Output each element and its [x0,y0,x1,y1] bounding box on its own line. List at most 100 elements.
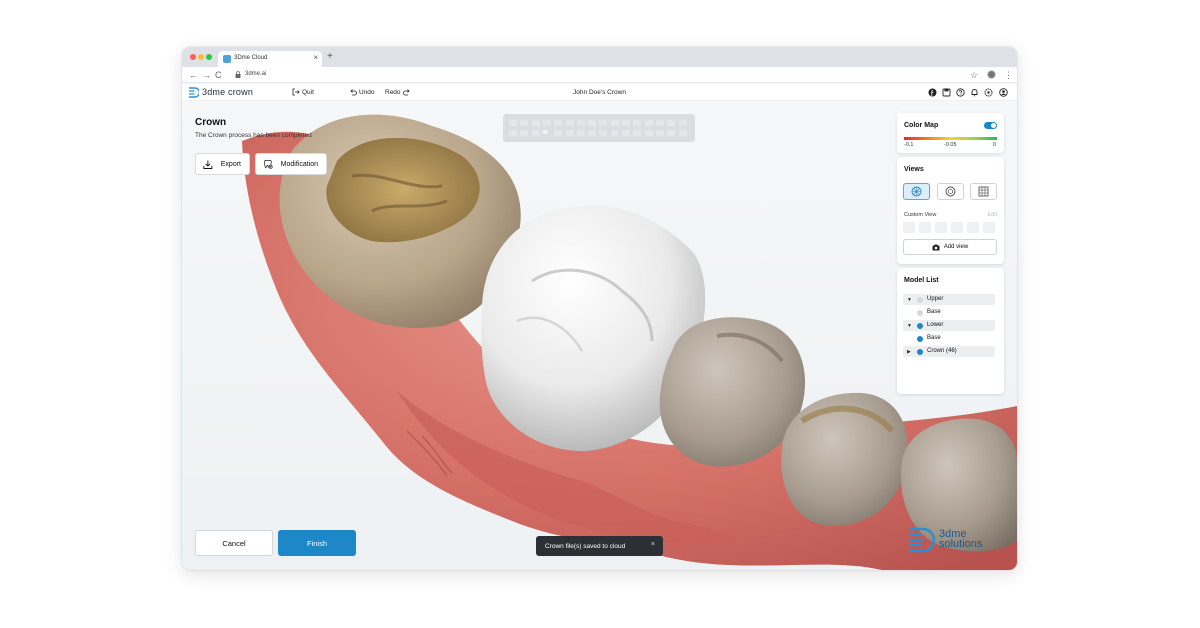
tooth-cell-lower[interactable] [588,130,597,136]
tooth-cell-upper[interactable] [633,120,642,126]
browser-tab[interactable]: 3Dme Cloud × [218,51,322,67]
tooth-cell-lower[interactable] [554,130,563,136]
model-label: Crown (46) [927,348,957,354]
tooth-cell-upper[interactable] [520,120,529,126]
side-view-button[interactable] [937,183,964,200]
tooth-cell-lower[interactable] [531,130,540,136]
tooth-cell-lower[interactable] [644,130,653,136]
tooth-cell-upper[interactable] [599,120,608,126]
tooth-cell-upper[interactable] [622,120,630,126]
tooth-cell-upper[interactable] [667,120,676,126]
visibility-on-icon[interactable] [917,336,923,342]
browser-menu-icon[interactable]: ⋮ [1004,69,1013,81]
tooth-cell-lower[interactable] [565,130,574,136]
custom-view-slot[interactable] [967,222,979,233]
profile-avatar-icon[interactable] [987,70,996,79]
tooth-cell-upper[interactable] [588,120,597,126]
settings-icon[interactable] [984,88,993,97]
expand-arrow-icon[interactable]: ▼ [907,323,912,329]
back-icon[interactable]: ← [189,69,198,81]
tooth-cell-lower[interactable] [520,130,529,136]
user-account-icon[interactable] [999,88,1008,97]
occlusal-view-button[interactable] [903,183,930,200]
model-row-upper-base[interactable]: Base [903,307,995,318]
tooth-cell-lower[interactable] [622,130,630,136]
panel-subtitle: The Crown process has been completed [195,132,312,139]
color-map-toggle[interactable] [984,122,997,129]
browser-tab-bar: 3Dme Cloud × + [182,47,1017,67]
model-row-crown[interactable]: ▶ Crown (46) [903,346,995,357]
cancel-button[interactable]: Cancel [195,530,273,556]
3d-viewport[interactable]: Crown The Crown process has been complet… [182,101,1017,570]
export-button[interactable]: Export [195,153,250,175]
model-row-upper[interactable]: ▼ Upper [903,294,995,305]
tooth-cell-upper[interactable] [531,120,540,126]
tooth-cell-lower[interactable] [678,130,687,136]
tab-close-icon[interactable]: × [313,53,318,62]
tooth-cell-upper[interactable] [542,120,551,126]
tooth-cell-lower[interactable] [599,130,608,136]
tooth-cell-upper[interactable] [610,120,619,126]
url-field[interactable]: 3dme.ai [245,71,266,77]
address-bar: ← → C 3dme.ai ☆ ⋮ [182,67,1017,83]
modification-button[interactable]: Modification [255,153,327,175]
close-window-button[interactable] [190,54,196,60]
color-map-title: Color Map [904,122,939,129]
custom-view-slot[interactable] [983,222,995,233]
facebook-icon[interactable] [928,88,937,97]
tooth-cell-lower[interactable] [633,130,642,136]
brand-name: 3dme solutions [939,529,982,550]
tooth-cell-lower[interactable] [655,130,664,136]
toast-close-icon[interactable]: × [651,541,655,548]
tooth-cell-upper[interactable] [644,120,653,126]
tooth-cell-upper[interactable] [554,120,563,126]
model-row-lower-base[interactable]: Base [903,333,995,344]
tooth-cell-upper[interactable] [509,120,517,126]
maximize-window-button[interactable] [206,54,212,60]
visibility-on-icon[interactable] [917,349,923,355]
custom-view-slot[interactable] [903,222,915,233]
new-tab-button[interactable]: + [327,51,333,63]
help-icon[interactable] [956,88,965,97]
color-map-mid-label: -0.05 [944,142,957,148]
tooth-cell-lower[interactable] [610,130,619,136]
model-list-panel: Model List ▼ Upper Base ▼ Lower Base ▶ C… [897,268,1004,394]
visibility-off-icon[interactable] [917,310,923,316]
custom-view-slot[interactable] [935,222,947,233]
tooth-cell-lower[interactable] [543,130,551,136]
lock-icon [235,71,241,78]
tooth-cell-upper[interactable] [655,120,664,126]
grid-view-icon [978,186,989,197]
grid-view-button[interactable] [970,183,997,200]
model-label: Lower [927,322,944,328]
custom-view-slot[interactable] [951,222,963,233]
notification-bell-icon[interactable] [970,88,979,97]
visibility-off-icon[interactable] [917,297,923,303]
panel-title: Crown [195,117,227,128]
tooth-number-selector[interactable]: 46 [503,114,695,142]
tooth-cell-lower[interactable] [667,130,676,136]
forward-icon[interactable]: → [202,69,211,81]
custom-view-label: Custom View [904,212,937,218]
toast-notification: Crown file(s) saved to cloud × [536,536,663,556]
tooth-cell-upper[interactable] [565,120,574,126]
bookmark-star-icon[interactable]: ☆ [970,69,978,81]
minimize-window-button[interactable] [198,54,204,60]
tooth-cell-lower[interactable] [509,130,517,136]
custom-view-slot[interactable] [919,222,931,233]
brand-logo-icon [909,527,935,553]
visibility-on-icon[interactable] [917,323,923,329]
expand-arrow-icon[interactable]: ▶ [907,349,911,355]
color-map-panel: Color Map -0.1 -0.05 0 [897,113,1004,153]
tooth-cell-lower[interactable] [576,130,585,136]
add-view-button[interactable]: Add view [903,239,997,255]
save-icon[interactable] [942,88,951,97]
tooth-cell-upper[interactable] [678,120,687,126]
camera-icon [932,244,940,250]
tooth-cell-upper[interactable] [576,120,585,126]
finish-button[interactable]: Finish [278,530,356,556]
custom-view-edit-link[interactable]: Edit [988,212,997,218]
model-row-lower[interactable]: ▼ Lower [903,320,995,331]
expand-arrow-icon[interactable]: ▼ [907,297,912,303]
reload-icon[interactable]: C [215,69,222,81]
